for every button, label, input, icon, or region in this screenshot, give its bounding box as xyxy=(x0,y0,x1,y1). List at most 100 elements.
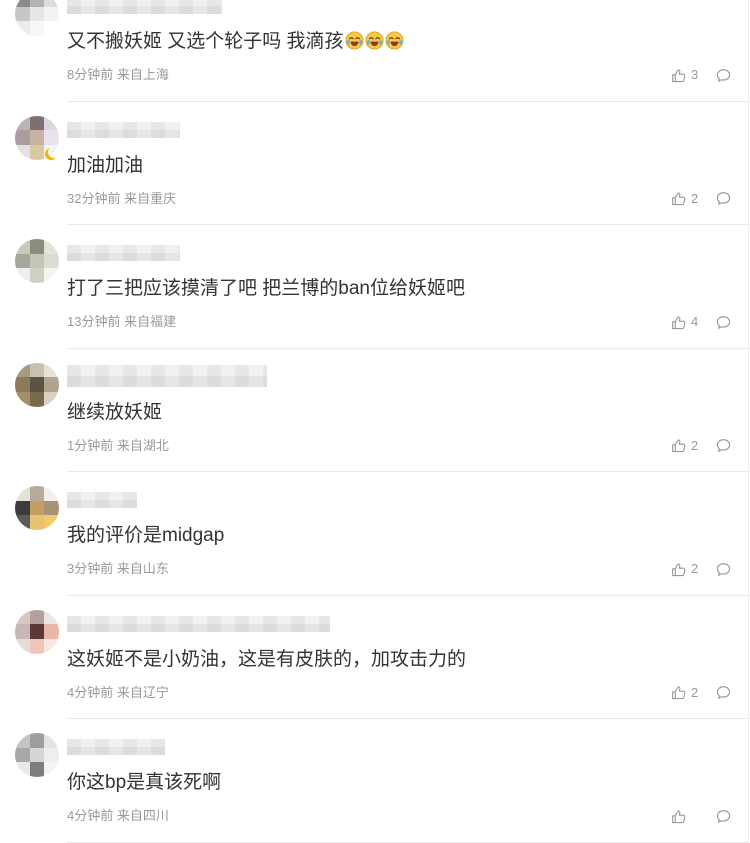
avatar-mosaic-cell xyxy=(15,362,30,378)
avatar-mosaic-cell xyxy=(29,130,45,145)
thumbs-up-icon xyxy=(671,562,686,577)
comment-icon xyxy=(716,809,731,824)
avatar-mosaic-cell xyxy=(15,638,30,654)
avatar-mosaic-cell xyxy=(29,144,45,160)
avatar-mosaic-cell xyxy=(44,0,59,7)
reply-button[interactable] xyxy=(716,315,731,330)
like-button[interactable]: 2 xyxy=(671,437,698,455)
comment-item: 又不搬妖姬 又选个轮子吗 我滴孩 8分钟前 来自上海 3 xyxy=(0,0,748,102)
like-count: 2 xyxy=(691,684,699,700)
laugh-cry-icon xyxy=(345,31,364,50)
avatar-mosaic-cell xyxy=(15,144,30,160)
comment-icon xyxy=(716,191,731,206)
avatar-mosaic-cell xyxy=(29,391,45,407)
avatar-mosaic-cell xyxy=(29,486,45,501)
username-blurred[interactable] xyxy=(67,492,137,508)
comment-text: 我的评价是midgap xyxy=(67,525,225,546)
comment-item: 继续放妖姬 1分钟前 来自湖北 2 xyxy=(0,349,748,473)
comment-item: 你这bp是真该死啊 4分钟前 来自四川 xyxy=(0,719,748,843)
thumbs-up-icon xyxy=(671,809,686,824)
comment-meta: 4分钟前 来自辽宁 xyxy=(67,684,169,700)
avatar-mosaic-cell xyxy=(44,268,59,283)
comment-icon xyxy=(716,438,731,453)
avatar-mosaic-cell xyxy=(15,733,30,748)
reply-button[interactable] xyxy=(716,191,731,206)
like-count: 2 xyxy=(691,561,699,576)
username-blurred[interactable] xyxy=(67,121,180,138)
like-button[interactable] xyxy=(671,807,686,825)
comment-icon xyxy=(716,562,731,577)
like-button[interactable]: 2 xyxy=(671,560,698,578)
comment-item: 打了三把应该摸清了吧 把兰博的ban位给妖姬吧 13分钟前 来自福建 4 xyxy=(0,225,748,349)
like-count: 4 xyxy=(691,314,699,329)
avatar[interactable] xyxy=(15,239,59,283)
avatar-mosaic-cell xyxy=(44,6,59,22)
avatar-mosaic-cell xyxy=(29,239,45,254)
avatar-mosaic-cell xyxy=(29,515,45,530)
comment-item: 加油加油 32分钟前 来自重庆 2 xyxy=(0,102,748,226)
avatar-mosaic-cell xyxy=(29,268,45,283)
avatar[interactable] xyxy=(15,115,59,160)
username-blurred[interactable] xyxy=(67,739,165,755)
avatar[interactable] xyxy=(15,0,59,36)
avatar-mosaic-cell xyxy=(44,391,59,407)
reply-button[interactable] xyxy=(716,809,731,824)
comment-text: 打了三把应该摸清了吧 把兰博的ban位给妖姬吧 xyxy=(67,278,465,299)
avatar-mosaic-cell xyxy=(15,762,30,777)
reply-button[interactable] xyxy=(716,685,731,700)
comment-text: 这妖姬不是小奶油，这是有皮肤的，加攻击力的 xyxy=(67,648,467,670)
comment-text: 加油加油 xyxy=(67,154,144,176)
avatar-mosaic-cell xyxy=(15,624,30,639)
avatar[interactable] xyxy=(15,486,59,530)
username-blurred[interactable] xyxy=(67,245,180,261)
comment-meta: 13分钟前 来自福建 xyxy=(67,314,177,329)
like-count: 2 xyxy=(691,437,699,453)
avatar-mosaic-cell xyxy=(29,624,45,639)
comment-icon xyxy=(716,68,731,83)
comment-meta: 32分钟前 来自重庆 xyxy=(67,190,177,206)
reply-button[interactable] xyxy=(716,562,731,577)
avatar-mosaic-cell xyxy=(29,638,45,654)
avatar-mosaic-cell xyxy=(15,609,30,625)
thumbs-up-icon xyxy=(671,191,686,206)
reply-button[interactable] xyxy=(716,438,731,453)
comment-text-content: 又不搬妖姬 又选个轮子吗 我滴孩 xyxy=(67,31,344,52)
comment-text: 继续放妖姬 xyxy=(67,401,163,423)
avatar-mosaic-cell xyxy=(44,239,59,254)
avatar[interactable] xyxy=(15,609,59,654)
comment-item: 这妖姬不是小奶油，这是有皮肤的，加攻击力的 4分钟前 来自辽宁 2 xyxy=(0,596,748,720)
like-button[interactable]: 2 xyxy=(671,684,698,702)
comment-meta: 8分钟前 来自上海 xyxy=(67,67,169,82)
laugh-cry-icon xyxy=(385,31,404,50)
avatar-mosaic-cell xyxy=(29,377,45,392)
comment-icon xyxy=(716,315,731,330)
avatar-mosaic-cell xyxy=(44,747,59,763)
like-count: 2 xyxy=(691,190,699,206)
username-blurred[interactable] xyxy=(67,615,330,632)
avatar-mosaic-cell xyxy=(15,377,30,392)
like-button[interactable]: 2 xyxy=(671,190,698,208)
avatar-mosaic-cell xyxy=(15,486,30,501)
thumbs-up-icon xyxy=(671,685,686,700)
avatar-mosaic-cell xyxy=(15,747,30,763)
avatar-mosaic-cell xyxy=(29,6,45,22)
username-blurred[interactable] xyxy=(67,364,267,387)
avatar-mosaic-cell xyxy=(29,733,45,748)
avatar-mosaic-cell xyxy=(15,6,30,22)
avatar-mosaic-cell xyxy=(29,762,45,777)
avatar-mosaic-cell xyxy=(29,21,45,36)
avatar-mosaic-cell xyxy=(15,239,30,254)
avatar-mosaic-cell xyxy=(44,762,59,777)
like-button[interactable]: 4 xyxy=(671,313,698,331)
avatar[interactable] xyxy=(15,362,59,407)
username-blurred[interactable] xyxy=(67,0,222,14)
comment-meta: 1分钟前 来自湖北 xyxy=(67,437,169,453)
comment-list: 又不搬妖姬 又选个轮子吗 我滴孩 8分钟前 来自上海 3 加油加油 32分钟前 … xyxy=(0,0,749,843)
avatar-mosaic-cell xyxy=(44,515,59,530)
avatar-mosaic-cell xyxy=(15,500,30,516)
avatar[interactable] xyxy=(15,733,59,777)
like-button[interactable]: 3 xyxy=(671,66,698,84)
avatar-mosaic-cell xyxy=(44,362,59,378)
reply-button[interactable] xyxy=(716,68,731,83)
thumbs-up-icon xyxy=(671,68,686,83)
